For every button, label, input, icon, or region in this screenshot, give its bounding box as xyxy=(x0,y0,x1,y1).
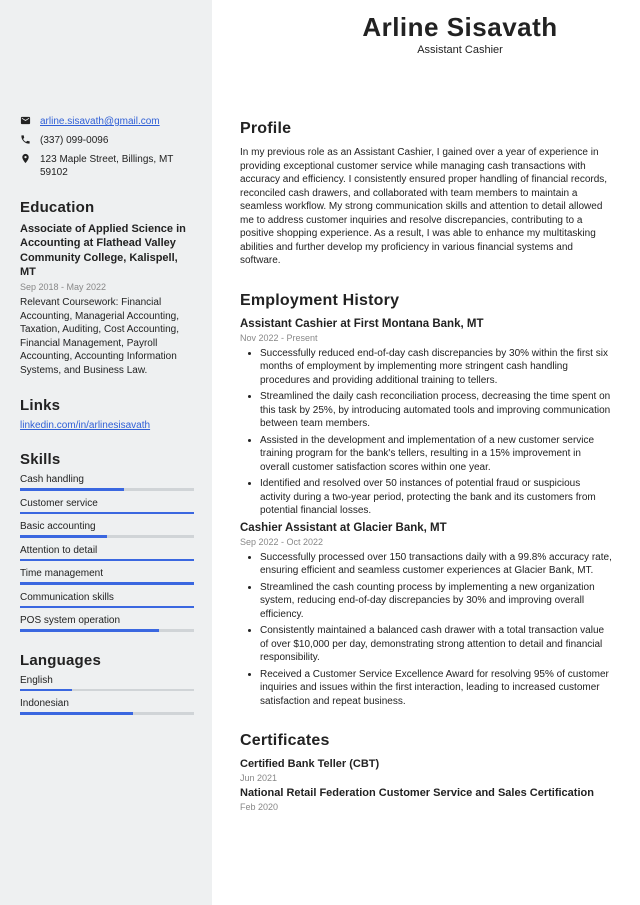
skill-bar-fill xyxy=(20,606,194,609)
skill-item: Cash handling xyxy=(20,474,194,491)
job-bullet: Successfully reduced end-of-day cash dis… xyxy=(260,347,612,388)
job-dates: Nov 2022 - Present xyxy=(240,333,612,343)
location-icon xyxy=(20,153,32,168)
skill-item: Indonesian xyxy=(20,698,194,715)
linkedin-link[interactable]: linkedin.com/in/arlinesisavath xyxy=(20,420,150,431)
profile-heading: Profile xyxy=(240,120,612,138)
applicant-title: Assistant Cashier xyxy=(310,44,610,56)
skill-bar-fill xyxy=(20,689,72,692)
skill-name: Time management xyxy=(20,568,194,579)
skill-item: Time management xyxy=(20,568,194,585)
skill-name: Attention to detail xyxy=(20,545,194,556)
skill-bar xyxy=(20,712,194,715)
languages-list: English Indonesian xyxy=(20,675,194,715)
contact-phone-row: (337) 099-0096 xyxy=(20,134,194,149)
job-dates: Sep 2022 - Oct 2022 xyxy=(240,537,612,547)
skill-bar-fill xyxy=(20,488,124,491)
email-icon xyxy=(20,115,32,130)
skill-bar xyxy=(20,488,194,491)
skill-bar xyxy=(20,512,194,515)
job-bullet: Streamlined the cash counting process by… xyxy=(260,581,612,622)
job-bullet: Consistently maintained a balanced cash … xyxy=(260,624,612,665)
job-bullet: Assisted in the development and implemen… xyxy=(260,434,612,475)
education-coursework: Relevant Coursework: Financial Accountin… xyxy=(20,296,194,377)
skills-heading: Skills xyxy=(20,451,194,468)
skill-bar-fill xyxy=(20,535,107,538)
skill-bar xyxy=(20,535,194,538)
skill-item: POS system operation xyxy=(20,615,194,632)
education-heading: Education xyxy=(20,199,194,216)
languages-heading: Languages xyxy=(20,652,194,669)
skill-bar-fill xyxy=(20,559,194,562)
profile-text: In my previous role as an Assistant Cash… xyxy=(240,146,612,268)
main-content: Profile In my previous role as an Assist… xyxy=(212,0,640,905)
skill-bar xyxy=(20,559,194,562)
contact-email-row: arline.sisavath@gmail.com xyxy=(20,115,194,130)
contact-address-row: 123 Maple Street, Billings, MT 59102 xyxy=(20,153,194,179)
job-bullet: Identified and resolved over 50 instance… xyxy=(260,477,612,518)
certificates-heading: Certificates xyxy=(240,732,612,750)
skill-bar-fill xyxy=(20,512,194,515)
job-bullets: Successfully reduced end-of-day cash dis… xyxy=(240,347,612,518)
skill-item: English xyxy=(20,675,194,692)
skill-item: Communication skills xyxy=(20,592,194,609)
skill-bar-fill xyxy=(20,712,133,715)
certificate-title: National Retail Federation Customer Serv… xyxy=(240,787,612,799)
skill-name: Indonesian xyxy=(20,698,194,709)
skill-name: Customer service xyxy=(20,498,194,509)
skill-bar-fill xyxy=(20,629,159,632)
skill-bar xyxy=(20,629,194,632)
skills-list: Cash handling Customer service Basic accou… xyxy=(20,474,194,632)
skill-name: POS system operation xyxy=(20,615,194,626)
skill-bar-fill xyxy=(20,582,194,585)
skill-item: Attention to detail xyxy=(20,545,194,562)
skill-name: Cash handling xyxy=(20,474,194,485)
phone-icon xyxy=(20,134,32,149)
contact-phone: (337) 099-0096 xyxy=(40,134,108,147)
skill-bar xyxy=(20,689,194,692)
education-degree: Associate of Applied Science in Accounti… xyxy=(20,222,194,279)
job-bullet: Successfully processed over 150 transact… xyxy=(260,551,612,578)
skill-bar xyxy=(20,606,194,609)
sidebar: arline.sisavath@gmail.com (337) 099-0096… xyxy=(0,0,212,905)
skill-bar xyxy=(20,582,194,585)
header-block: Arline Sisavath Assistant Cashier xyxy=(310,12,610,56)
contact-email[interactable]: arline.sisavath@gmail.com xyxy=(40,115,160,128)
education-dates: Sep 2018 - May 2022 xyxy=(20,282,194,292)
certificate-date: Feb 2020 xyxy=(240,802,612,812)
applicant-name: Arline Sisavath xyxy=(310,12,610,43)
job-bullets: Successfully processed over 150 transact… xyxy=(240,551,612,709)
certificate-title: Certified Bank Teller (CBT) xyxy=(240,758,612,770)
employment-heading: Employment History xyxy=(240,292,612,310)
certificates-list: Certified Bank Teller (CBT) Jun 2021 Natio… xyxy=(240,758,612,812)
skill-name: Basic accounting xyxy=(20,521,194,532)
skill-item: Basic accounting xyxy=(20,521,194,538)
job-title: Assistant Cashier at First Montana Bank,… xyxy=(240,318,612,330)
skill-name: Communication skills xyxy=(20,592,194,603)
job-title: Cashier Assistant at Glacier Bank, MT xyxy=(240,522,612,534)
contact-address: 123 Maple Street, Billings, MT 59102 xyxy=(40,153,194,179)
job-bullet: Streamlined the daily cash reconciliatio… xyxy=(260,390,612,431)
skill-name: English xyxy=(20,675,194,686)
certificate-date: Jun 2021 xyxy=(240,773,612,783)
links-heading: Links xyxy=(20,397,194,414)
skill-item: Customer service xyxy=(20,498,194,515)
jobs-list: Assistant Cashier at First Montana Bank,… xyxy=(240,318,612,709)
job-bullet: Received a Customer Service Excellence A… xyxy=(260,668,612,709)
